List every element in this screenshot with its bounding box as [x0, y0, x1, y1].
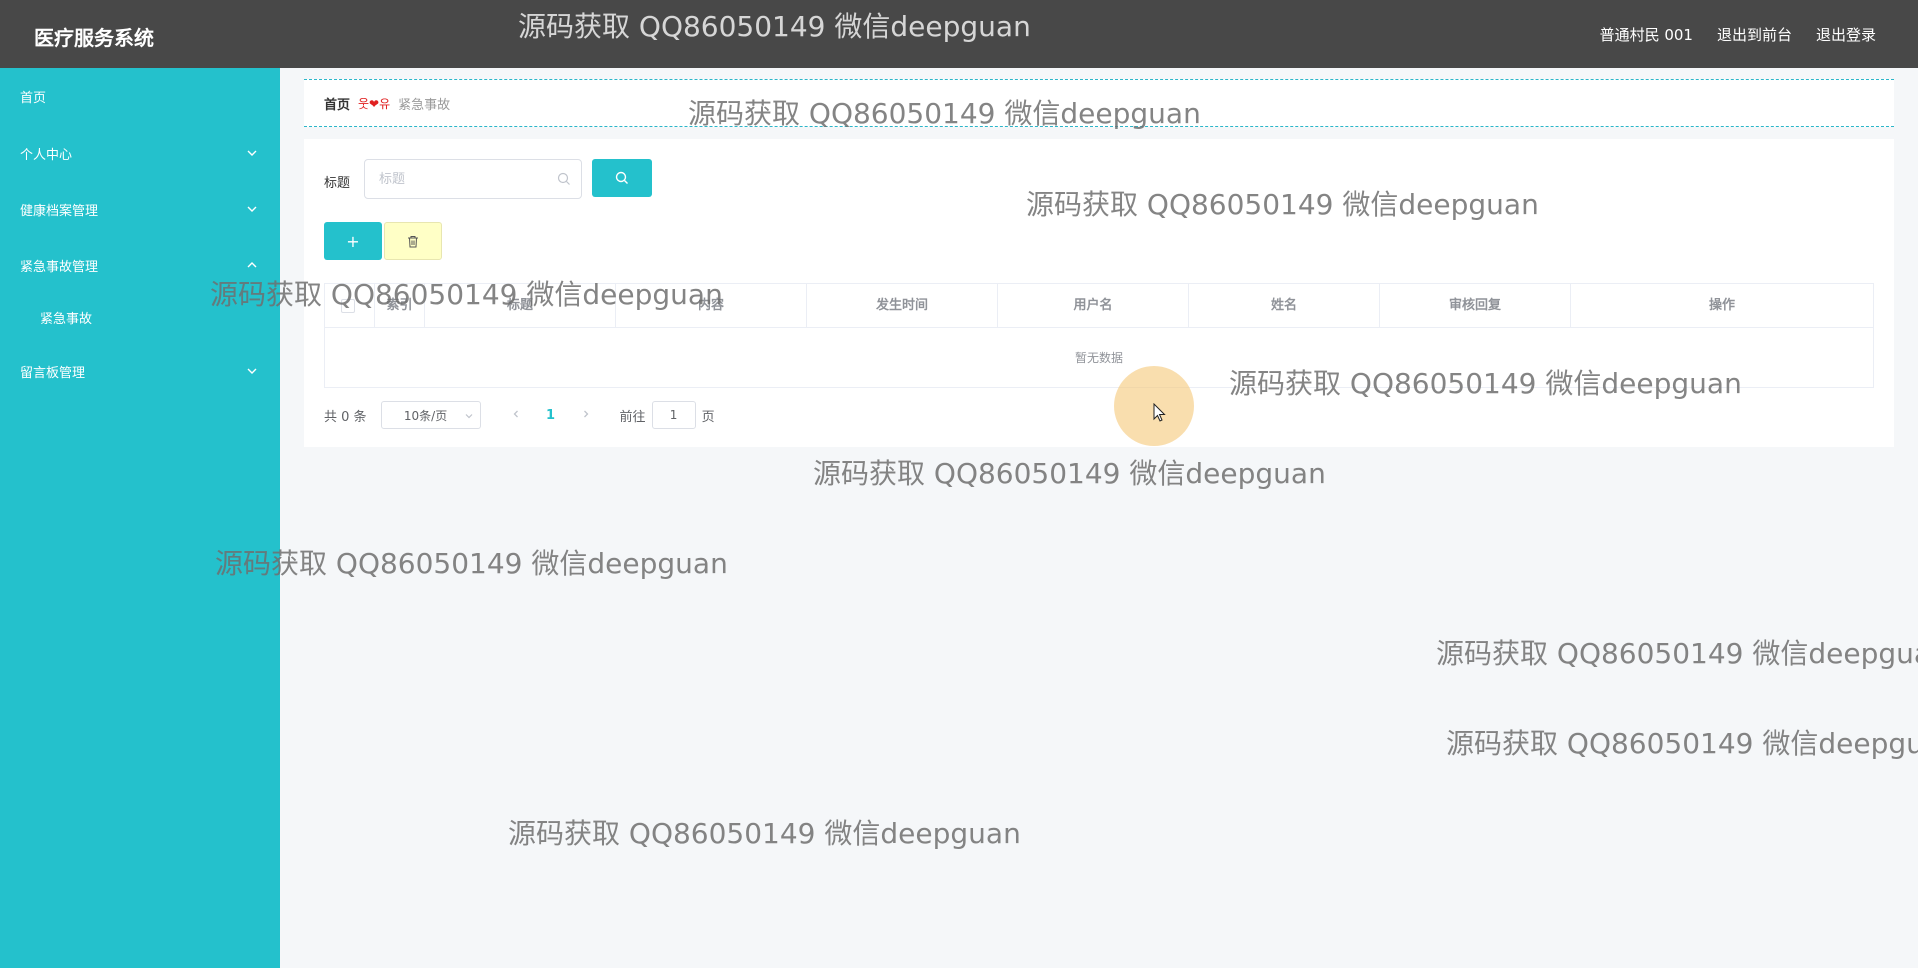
sidebar-item-home[interactable]: 首页: [0, 76, 280, 116]
trash-icon: [408, 235, 418, 247]
chevron-down-icon: [247, 150, 257, 156]
search-icon: [615, 171, 628, 184]
content-panel: 标题 + 索引 标题 内容 发生时间 用户名 姓名 审核回复 操作 暂无数据 共…: [304, 139, 1894, 447]
page-size-value: 10条/页: [403, 408, 448, 423]
table-header-cell[interactable]: 姓名: [1189, 284, 1380, 328]
table-header-select: [325, 284, 375, 328]
sidebar-item-emergency-management[interactable]: 紧急事故管理: [0, 245, 280, 285]
sidebar-item-label: 个人中心: [20, 147, 73, 163]
chevron-down-icon: [247, 368, 257, 374]
goto-label: 前往: [619, 409, 646, 425]
top-header: 医疗服务系统 普通村民 001 退出到前台 退出登录: [0, 0, 1918, 68]
app-title: 医疗服务系统: [34, 26, 154, 50]
sidebar: 首页 个人中心 健康档案管理 紧急事故管理 紧急事故 留言板管理: [0, 68, 280, 968]
search-icon: [557, 172, 570, 185]
logout-link[interactable]: 退出登录: [1816, 24, 1876, 45]
sidebar-item-label: 留言板管理: [20, 365, 86, 381]
table-header-cell[interactable]: 发生时间: [807, 284, 998, 328]
sidebar-item-label: 紧急事故管理: [20, 259, 99, 275]
table-header-cell[interactable]: 内容: [616, 284, 807, 328]
sidebar-item-label: 紧急事故: [40, 311, 93, 327]
chevron-up-icon: [247, 262, 257, 268]
breadcrumb-home[interactable]: 首页: [324, 94, 350, 113]
table-header-cell[interactable]: 审核回复: [1380, 284, 1571, 328]
header-actions: 普通村民 001 退出到前台 退出登录: [1600, 24, 1876, 45]
pagination-total: 共 0 条: [324, 409, 367, 425]
table-header-cell[interactable]: 索引: [375, 284, 425, 328]
chevron-right-icon: [583, 410, 588, 417]
back-to-front-link[interactable]: 退出到前台: [1717, 24, 1792, 45]
watermark-text: 源码获取 QQ86050149 微信deepguan: [813, 457, 1326, 490]
pagination: 共 0 条 10条/页 1 前往 页: [324, 401, 715, 429]
table-header: 索引 标题 内容 发生时间 用户名 姓名 审核回复 操作: [325, 284, 1873, 328]
breadcrumb-current: 紧急事故: [398, 97, 451, 113]
add-button[interactable]: +: [324, 222, 382, 260]
search-field: [364, 159, 582, 199]
sidebar-item-health-records[interactable]: 健康档案管理: [0, 189, 280, 229]
delete-button[interactable]: [384, 222, 442, 260]
watermark-text: 源码获取 QQ86050149 微信deepguan: [508, 817, 1021, 850]
page-size-select[interactable]: 10条/页: [380, 401, 481, 429]
breadcrumb-separator: 웃❤유: [358, 96, 391, 111]
goto-page-input[interactable]: [651, 401, 696, 429]
search-button[interactable]: [592, 159, 652, 197]
chevron-left-icon: [513, 410, 518, 417]
watermark-text: 源码获取 QQ86050149 微信deepguan: [215, 547, 728, 580]
current-user[interactable]: 普通村民 001: [1600, 24, 1693, 45]
watermark-text: 源码获取 QQ86050149 微信deepguan: [1436, 637, 1918, 670]
sidebar-item-emergency[interactable]: 紧急事故: [0, 297, 280, 337]
page-number[interactable]: 1: [536, 408, 566, 423]
sidebar-item-personal-center[interactable]: 个人中心: [0, 133, 280, 173]
sidebar-item-message-board[interactable]: 留言板管理: [0, 351, 280, 391]
sidebar-item-label: 首页: [20, 90, 47, 106]
select-all-checkbox[interactable]: [341, 299, 355, 313]
table-empty-text: 暂无数据: [1074, 351, 1123, 365]
next-page-button[interactable]: [571, 408, 601, 423]
search-input[interactable]: [365, 160, 545, 198]
table-header-cell[interactable]: 用户名: [998, 284, 1189, 328]
search-label: 标题: [324, 176, 351, 191]
mouse-cursor-icon: [1153, 403, 1166, 422]
goto-suffix: 页: [701, 409, 715, 425]
breadcrumb: 首页 웃❤유 紧急事故: [304, 79, 1894, 127]
table-header-cell[interactable]: 标题: [425, 284, 616, 328]
chevron-down-icon: [247, 206, 257, 212]
data-table: 索引 标题 内容 发生时间 用户名 姓名 审核回复 操作 暂无数据: [324, 283, 1874, 388]
prev-page-button[interactable]: [501, 408, 531, 423]
watermark-text: 源码获取 QQ86050149 微信deepguan: [1446, 727, 1918, 760]
chevron-down-icon: [465, 414, 472, 419]
table-header-cell: 操作: [1708, 298, 1735, 313]
sidebar-item-label: 健康档案管理: [20, 203, 99, 219]
